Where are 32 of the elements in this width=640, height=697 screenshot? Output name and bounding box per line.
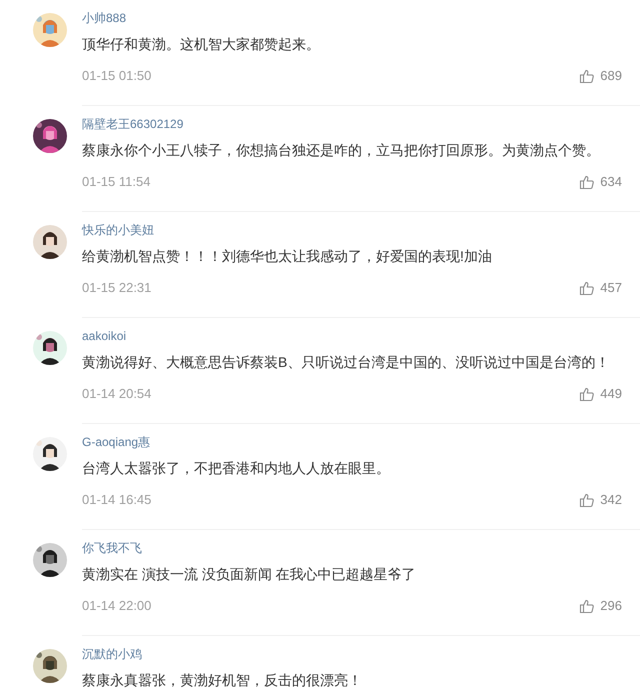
username[interactable]: aakoikoi <box>82 327 126 345</box>
username[interactable]: 沉默的小鸡 <box>82 645 142 663</box>
like-button[interactable]: 457 <box>579 278 622 298</box>
thumbs-up-icon <box>579 492 596 508</box>
username[interactable]: 快乐的小美妞 <box>82 221 154 239</box>
comment-text: 黄渤实在 演技一流 没负面新闻 在我心中已超越星爷了 <box>82 565 416 584</box>
comment-time: 01-15 01:50 <box>82 67 152 86</box>
comment-text: 顶华仔和黄渤。这机智大家都赞起来。 <box>82 35 320 54</box>
thumbs-up-icon <box>579 68 596 84</box>
username[interactable]: G-aoqiang惠 <box>82 433 150 451</box>
username[interactable]: 隔壁老王66302129 <box>82 115 184 133</box>
thumbs-up-icon <box>579 280 596 296</box>
like-button[interactable]: 634 <box>579 172 622 192</box>
comment-time: 01-15 11:54 <box>82 173 150 192</box>
like-button[interactable]: 689 <box>579 66 622 86</box>
like-button[interactable]: 449 <box>579 384 622 404</box>
comment-time: 01-14 16:45 <box>82 491 152 510</box>
comment-time: 01-14 20:54 <box>82 385 152 404</box>
comment-time: 01-14 22:00 <box>82 597 152 616</box>
like-button[interactable]: 296 <box>579 596 622 616</box>
thumbs-up-icon <box>579 598 596 614</box>
comment-text: 台湾人太嚣张了，不把香港和内地人人放在眼里。 <box>82 459 390 478</box>
comment-text: 给黄渤机智点赞！！！刘德华也太让我感动了，好爱国的表现!加油 <box>82 247 492 266</box>
username[interactable]: 你飞我不飞 <box>82 539 142 557</box>
comment-time: 01-15 22:31 <box>82 279 152 298</box>
thumbs-up-icon <box>579 174 596 190</box>
comment-text: 黄渤说得好、大概意思告诉蔡装B、只听说过台湾是中国的、没听说过中国是台湾的！ <box>82 353 610 372</box>
username[interactable]: 小帅888 <box>82 9 126 27</box>
comment-text: 蔡康永你个小王八犊子，你想搞台独还是咋的，立马把你打回原形。为黄渤点个赞。 <box>82 141 600 160</box>
comment-text: 蔡康永真嚣张，黄渤好机智，反击的很漂亮！ <box>82 671 362 690</box>
like-button[interactable]: 342 <box>579 490 622 510</box>
thumbs-up-icon <box>579 386 596 402</box>
